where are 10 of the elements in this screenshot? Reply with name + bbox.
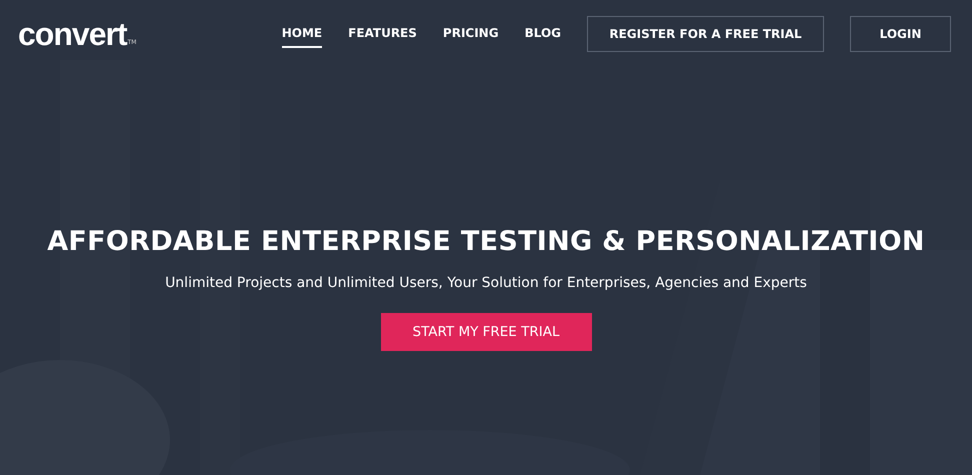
free-trial-button[interactable]: START MY FREE TRIAL	[380, 313, 592, 351]
hero-subtitle: Unlimited Projects and Unlimited Users, Your Solution for Enterprises, Agencies and Experts	[165, 275, 807, 291]
register-button[interactable]: REGISTER FOR A FREE TRIAL	[587, 16, 824, 52]
nav-link[interactable]: PRICING	[442, 20, 499, 48]
nav-link[interactable]: HOME	[282, 20, 322, 48]
hero-title: AFFORDABLE ENTERPRISE TESTING & PERSONALIZATION	[47, 226, 925, 257]
nav-link[interactable]: FEATURES	[348, 20, 417, 48]
nav-link[interactable]: BLOG	[524, 20, 561, 48]
login-button[interactable]: LOGIN	[850, 16, 951, 52]
logo-text[interactable]: convert	[18, 18, 127, 50]
